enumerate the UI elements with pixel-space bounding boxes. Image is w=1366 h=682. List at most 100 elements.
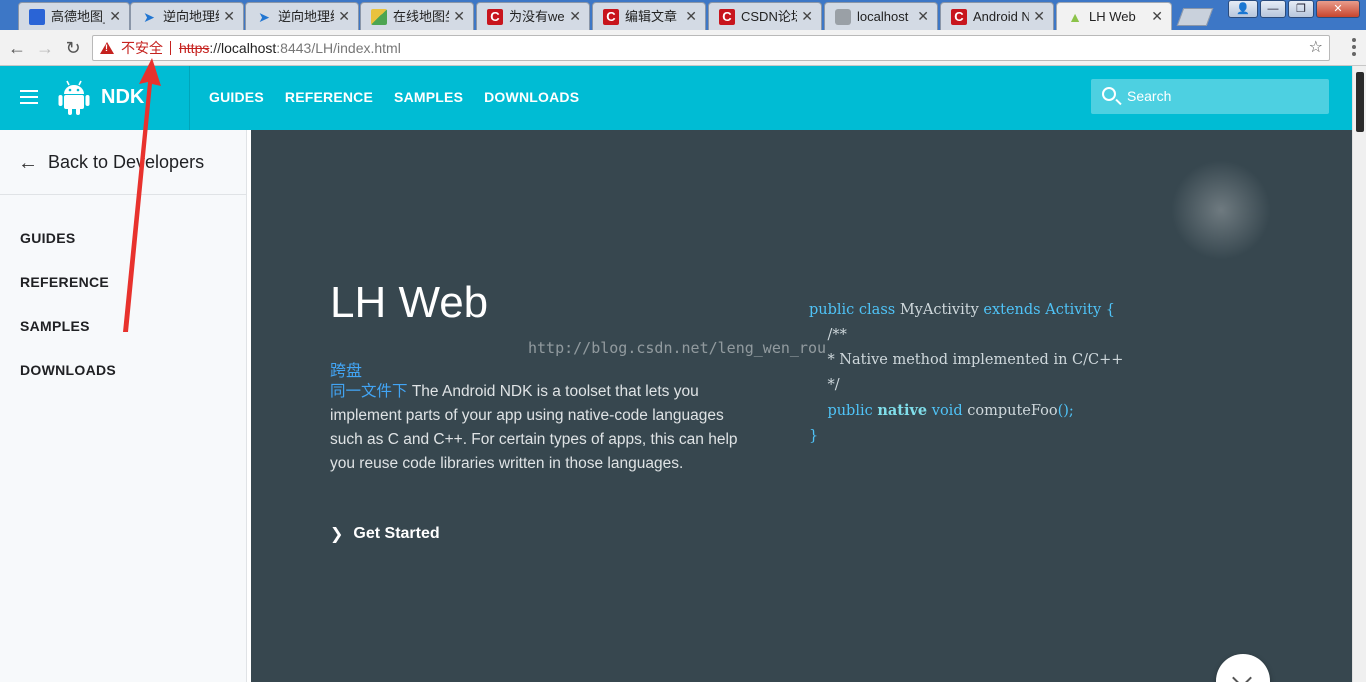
search-box[interactable]: Search bbox=[1091, 79, 1329, 114]
page-scrollbar[interactable] bbox=[1352, 66, 1366, 682]
sidebar: ← Back to Developers GUIDES REFERENCE SA… bbox=[0, 130, 247, 682]
csdn-icon: C bbox=[487, 9, 503, 25]
hamburger-menu-icon[interactable] bbox=[20, 90, 38, 104]
tab-close-icon[interactable]: ✕ bbox=[1151, 8, 1163, 24]
csdn-icon: C bbox=[719, 9, 735, 25]
security-divider bbox=[170, 41, 171, 55]
tab-title: 编辑文章 - bbox=[625, 9, 681, 24]
top-nav: GUIDES REFERENCE SAMPLES DOWNLOADS bbox=[209, 89, 579, 105]
browser-tab-active[interactable]: ▲ LH Web ✕ bbox=[1056, 2, 1172, 30]
url-host: localhost bbox=[221, 40, 277, 56]
tab-title: LH Web bbox=[1089, 9, 1136, 24]
browser-tab[interactable]: ➤ 逆向地理编 ✕ bbox=[130, 2, 244, 30]
new-tab-button[interactable] bbox=[1176, 8, 1214, 26]
nav-samples[interactable]: SAMPLES bbox=[394, 89, 463, 105]
site-header: NDK GUIDES REFERENCE SAMPLES DOWNLOADS S… bbox=[0, 66, 1352, 130]
nav-guides[interactable]: GUIDES bbox=[209, 89, 264, 105]
tab-title: 高德地图_ bbox=[51, 9, 105, 24]
page-title: LH Web bbox=[330, 278, 489, 327]
tab-title: 逆向地理编 bbox=[163, 9, 219, 24]
plane-icon: ➤ bbox=[258, 9, 270, 25]
browser-menu-icon[interactable] bbox=[1352, 38, 1356, 56]
tab-title: CSDN论坛 bbox=[741, 9, 797, 24]
csdn-icon: C bbox=[603, 9, 619, 25]
header-divider bbox=[189, 66, 190, 130]
tab-title: Android N bbox=[973, 9, 1029, 24]
tab-close-icon[interactable]: ✕ bbox=[569, 8, 581, 24]
url-path: :8443/LH/index.html bbox=[276, 40, 401, 56]
close-window-button[interactable]: ✕ bbox=[1316, 0, 1360, 18]
browser-tab[interactable]: 在线地图坐 ✕ bbox=[360, 2, 474, 30]
tab-close-icon[interactable]: ✕ bbox=[801, 8, 813, 24]
url-scheme: https bbox=[179, 40, 210, 56]
paw-icon bbox=[29, 9, 45, 25]
plane-icon: ➤ bbox=[143, 9, 155, 25]
browser-tab[interactable]: ➤ 逆向地理编 ✕ bbox=[245, 2, 359, 30]
arrow-left-icon: ← bbox=[18, 151, 38, 174]
minimize-button[interactable]: — bbox=[1260, 0, 1286, 18]
sidebar-item-guides[interactable]: GUIDES bbox=[20, 230, 116, 274]
browser-tab[interactable]: C 为没有we ✕ bbox=[476, 2, 590, 30]
tab-close-icon[interactable]: ✕ bbox=[685, 8, 697, 24]
warning-icon bbox=[100, 42, 114, 54]
sidebar-item-reference[interactable]: REFERENCE bbox=[20, 274, 116, 318]
user-icon[interactable]: 👤 bbox=[1228, 0, 1258, 18]
hero-glow bbox=[1171, 160, 1271, 260]
tab-close-icon[interactable]: ✕ bbox=[917, 8, 929, 24]
sidebar-divider bbox=[0, 194, 247, 195]
hero-section: LH Web 跨盘 同一文件下 The Android NDK is a too… bbox=[251, 130, 1352, 682]
sidebar-nav: GUIDES REFERENCE SAMPLES DOWNLOADS bbox=[20, 230, 116, 406]
tab-close-icon[interactable]: ✕ bbox=[109, 8, 121, 24]
cross-drive-link[interactable]: 跨盘 bbox=[330, 357, 362, 381]
back-to-developers-link[interactable]: ← Back to Developers bbox=[18, 152, 204, 173]
url-text[interactable]: https://localhost:8443/LH/index.html bbox=[179, 36, 401, 60]
browser-tab[interactable]: C CSDN论坛 ✕ bbox=[708, 2, 822, 30]
tab-close-icon[interactable]: ✕ bbox=[223, 8, 235, 24]
nav-reference[interactable]: REFERENCE bbox=[285, 89, 373, 105]
brand-name[interactable]: NDK bbox=[101, 86, 144, 109]
map-icon bbox=[371, 9, 387, 25]
security-label[interactable]: 不安全 bbox=[121, 36, 163, 60]
get-started-label: Get Started bbox=[353, 525, 440, 542]
browser-tab[interactable]: C 编辑文章 - ✕ bbox=[592, 2, 706, 30]
get-started-link[interactable]: ❯ Get Started bbox=[330, 524, 440, 544]
forward-arrow-icon[interactable]: → bbox=[34, 37, 56, 59]
nav-downloads[interactable]: DOWNLOADS bbox=[484, 89, 579, 105]
sidebar-item-downloads[interactable]: DOWNLOADS bbox=[20, 362, 116, 406]
reload-icon[interactable]: ↻ bbox=[62, 37, 84, 59]
bookmark-star-icon[interactable]: ☆ bbox=[1309, 36, 1323, 60]
tab-close-icon[interactable]: ✕ bbox=[1033, 8, 1045, 24]
tab-title: 为没有we bbox=[509, 9, 565, 24]
android-logo-icon[interactable] bbox=[58, 80, 90, 116]
web-page: NDK GUIDES REFERENCE SAMPLES DOWNLOADS S… bbox=[0, 66, 1352, 682]
browser-tab[interactable]: C Android N ✕ bbox=[940, 2, 1054, 30]
browser-tab[interactable]: 高德地图_ ✕ bbox=[18, 2, 130, 30]
tab-close-icon[interactable]: ✕ bbox=[338, 8, 350, 24]
tab-title: 逆向地理编 bbox=[278, 9, 334, 24]
browser-tab-strip: 高德地图_ ✕ ➤ 逆向地理编 ✕ ➤ 逆向地理编 ✕ 在线地图坐 ✕ C 为没… bbox=[0, 0, 1366, 30]
globe-icon bbox=[835, 9, 851, 25]
window-controls: 👤 — ❐ ✕ bbox=[1228, 0, 1360, 20]
scrollbar-thumb[interactable] bbox=[1356, 72, 1364, 132]
csdn-icon: C bbox=[951, 9, 967, 25]
search-icon bbox=[1102, 87, 1116, 101]
chevron-right-icon: ❯ bbox=[330, 526, 344, 543]
same-folder-link[interactable]: 同一文件下 bbox=[330, 383, 408, 400]
maximize-button[interactable]: ❐ bbox=[1288, 0, 1314, 18]
browser-tab[interactable]: localhost ✕ bbox=[824, 2, 938, 30]
url-separator: :// bbox=[209, 40, 222, 56]
tab-close-icon[interactable]: ✕ bbox=[453, 8, 465, 24]
tab-title: 在线地图坐 bbox=[393, 9, 449, 24]
hero-description: 同一文件下 The Android NDK is a toolset that … bbox=[330, 380, 740, 476]
code-sample: public class MyActivity extends Activity… bbox=[809, 302, 1124, 444]
back-arrow-icon[interactable]: ← bbox=[6, 37, 28, 59]
sidebar-item-samples[interactable]: SAMPLES bbox=[20, 318, 116, 362]
search-placeholder: Search bbox=[1127, 88, 1172, 104]
scroll-down-button[interactable] bbox=[1216, 654, 1270, 682]
back-label: Back to Developers bbox=[48, 152, 205, 172]
watermark-text: http://blog.csdn.net/leng_wen_rou bbox=[528, 339, 827, 357]
android-icon: ▲ bbox=[1068, 9, 1082, 25]
tab-title: localhost bbox=[857, 9, 909, 24]
browser-toolbar: ← → ↻ 不安全 https://localhost:8443/LH/inde… bbox=[0, 30, 1366, 66]
address-bar[interactable]: 不安全 https://localhost:8443/LH/index.html… bbox=[92, 35, 1330, 61]
